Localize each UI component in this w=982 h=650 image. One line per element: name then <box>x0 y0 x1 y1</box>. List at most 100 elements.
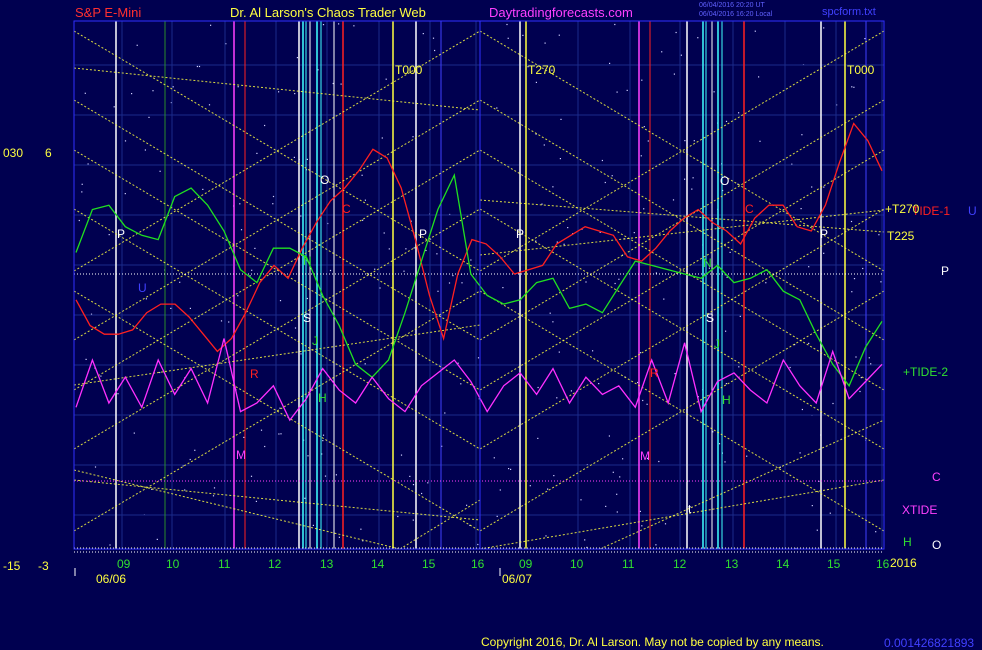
hour-label: 16 <box>876 557 890 571</box>
star <box>604 181 606 184</box>
star <box>113 106 115 108</box>
star <box>560 118 562 120</box>
hour-label: 10 <box>570 557 584 571</box>
star <box>612 471 614 473</box>
star <box>823 252 825 254</box>
star <box>616 493 618 495</box>
star <box>609 62 611 64</box>
star <box>739 315 741 317</box>
star <box>673 73 675 75</box>
star <box>239 203 241 205</box>
marker-tide2: +TIDE-2 <box>903 365 948 379</box>
star <box>294 93 296 95</box>
star <box>738 112 740 114</box>
star <box>859 390 861 393</box>
star <box>493 457 495 459</box>
star <box>477 357 480 359</box>
star <box>765 282 767 284</box>
star <box>294 327 297 329</box>
star <box>567 227 569 229</box>
star <box>280 433 282 435</box>
star <box>725 383 727 385</box>
star <box>537 386 539 389</box>
star <box>251 269 253 271</box>
star <box>637 381 639 384</box>
star <box>614 23 616 26</box>
planet-marker-h: H <box>318 391 327 405</box>
planet-marker-o: O <box>320 173 329 187</box>
star <box>78 219 80 222</box>
star <box>340 83 342 85</box>
star <box>608 435 610 437</box>
star <box>362 219 364 221</box>
star <box>549 312 551 314</box>
star <box>412 484 415 486</box>
star <box>693 140 695 142</box>
star <box>198 65 201 68</box>
star <box>444 412 446 414</box>
star <box>322 24 325 26</box>
star <box>496 107 498 109</box>
star <box>383 232 385 234</box>
star <box>545 535 547 537</box>
star <box>124 193 126 195</box>
star <box>437 290 439 292</box>
star <box>642 399 644 402</box>
star <box>563 243 565 245</box>
star <box>547 488 549 490</box>
star <box>552 186 554 188</box>
counter-value: 0.001426821893 <box>884 636 974 650</box>
star <box>117 393 119 395</box>
star <box>641 525 643 527</box>
star <box>691 188 693 190</box>
star <box>580 499 582 501</box>
star <box>279 300 282 302</box>
star <box>432 37 435 39</box>
star <box>304 497 306 499</box>
star <box>477 543 479 546</box>
star <box>381 137 383 139</box>
marker-h: H <box>903 535 912 549</box>
star <box>729 251 731 253</box>
star <box>306 297 308 300</box>
star <box>260 429 263 431</box>
star <box>360 528 362 530</box>
star <box>212 495 215 497</box>
hour-label: 13 <box>725 557 739 571</box>
star <box>592 350 594 352</box>
star <box>850 220 853 223</box>
hour-label: 12 <box>673 557 687 571</box>
star <box>307 455 309 457</box>
star <box>293 156 295 158</box>
star <box>461 282 463 284</box>
planet-marker-h: H <box>722 393 731 407</box>
star <box>338 23 340 25</box>
star <box>823 186 825 188</box>
star <box>529 485 531 487</box>
star <box>556 241 558 243</box>
star <box>272 195 275 198</box>
star <box>864 38 866 40</box>
planet-marker-p: P <box>820 227 828 241</box>
star <box>614 282 616 285</box>
star <box>759 140 761 142</box>
star <box>829 512 831 514</box>
star <box>508 468 510 470</box>
star <box>124 140 127 142</box>
star <box>264 445 266 448</box>
star <box>460 383 462 385</box>
star <box>338 536 340 538</box>
star <box>144 149 146 151</box>
star <box>851 291 853 293</box>
star <box>855 356 857 358</box>
star <box>633 232 635 234</box>
left-axis-top-a: 030 <box>3 146 23 160</box>
date-label-2: 06/07 <box>502 572 532 586</box>
star <box>808 342 810 344</box>
star <box>754 30 756 32</box>
star <box>427 482 429 484</box>
star <box>618 278 620 280</box>
star <box>672 199 675 201</box>
star <box>643 208 645 210</box>
star <box>692 177 694 179</box>
